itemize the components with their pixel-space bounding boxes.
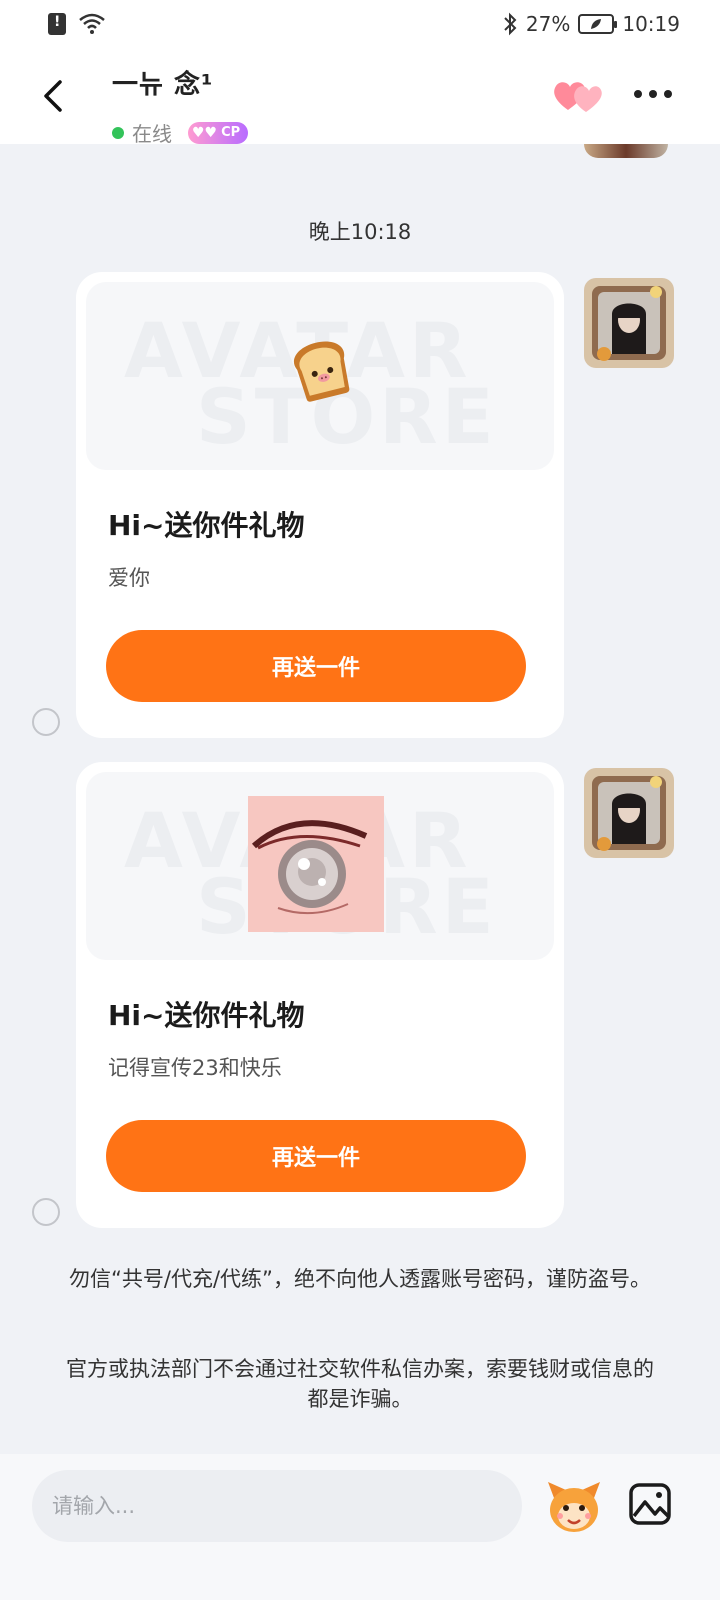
cp-hearts-icon: ♥♥ (192, 124, 218, 141)
sender-avatar[interactable] (584, 278, 674, 368)
select-message-radio[interactable] (32, 708, 60, 736)
contact-name[interactable]: 一뉴 念¹ (112, 64, 213, 101)
chat-header: 一뉴 念¹ 在线 ♥♥ CP (0, 48, 720, 147)
resend-gift-button[interactable]: 再送一件 (106, 630, 526, 702)
image-picker-icon[interactable] (628, 1482, 672, 1526)
gift-message: 爱你 (108, 566, 150, 590)
input-bar (0, 1454, 720, 1600)
eye-image (248, 796, 384, 932)
chat-messages[interactable]: 晚上10:18 AVATAR STORE Hi~送你件礼物 爱你 再送一件 Hi… (0, 144, 720, 1454)
gift-preview[interactable]: AVATAR STORE (86, 282, 554, 470)
security-notice: 勿信“共号/代充/代练”，绝不向他人透露账号密码，谨防盗号。 (69, 1267, 651, 1291)
battery-icon (578, 14, 618, 34)
double-heart-icon[interactable] (552, 74, 604, 116)
gift-card[interactable]: AVATAR STORE Hi~送你件礼物 爱你 再送一件 (76, 272, 564, 738)
status-bar: 27% 10:19 (0, 0, 720, 48)
cp-badge[interactable]: ♥♥ CP (188, 121, 249, 144)
status-time: 10:19 (622, 12, 680, 36)
gift-message: 记得宣传23和快乐 (108, 1056, 282, 1080)
gift-title: Hi~送你件礼物 (108, 999, 305, 1032)
battery-percent: 27% (525, 12, 571, 36)
online-status: 在线 (132, 122, 172, 146)
cp-badge-label: CP (221, 125, 241, 140)
mascot-emoji-icon[interactable] (544, 1476, 604, 1536)
more-options-icon[interactable] (634, 90, 672, 98)
gift-title: Hi~送你件礼物 (108, 509, 305, 542)
gift-preview[interactable]: AVATAR STORE (86, 772, 554, 960)
bluetooth-icon (504, 12, 517, 36)
message-input[interactable] (32, 1470, 522, 1542)
wifi-icon (79, 13, 105, 34)
message-timestamp: 晚上10:18 (308, 220, 412, 244)
resend-gift-button[interactable]: 再送一件 (106, 1120, 526, 1192)
fraud-notice: 官方或执法部门不会通过社交软件私信办案，索要钱财或信息的都是诈骗。 (66, 1357, 654, 1411)
gift-card[interactable]: AVATAR STORE Hi~送你件礼物 记得宣传23和快乐 再送一件 (76, 762, 564, 1228)
back-arrow-icon[interactable] (38, 78, 70, 114)
sender-avatar[interactable] (584, 768, 674, 858)
sim-alert-icon (48, 13, 66, 35)
online-status-row: 在线 ♥♥ CP (112, 118, 249, 147)
toast-icon (293, 341, 350, 402)
online-dot (112, 126, 124, 139)
partial-avatar (584, 144, 668, 158)
select-message-radio[interactable] (32, 1198, 60, 1226)
